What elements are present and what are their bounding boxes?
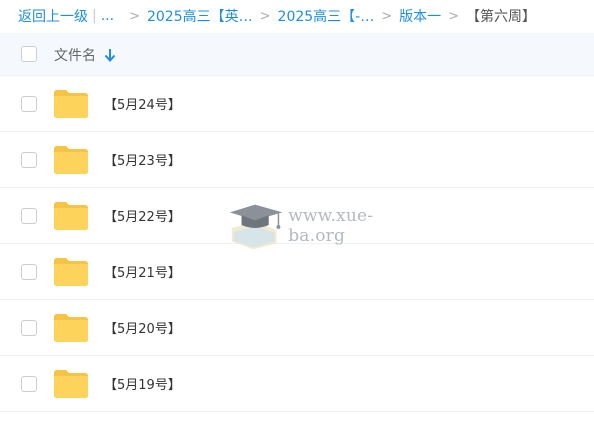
folder-icon	[54, 146, 88, 174]
row-checkbox[interactable]	[21, 264, 37, 280]
breadcrumb-ellipsis[interactable]: ...	[101, 8, 114, 24]
arrow-down-icon[interactable]	[104, 48, 116, 62]
breadcrumb-separator: >	[259, 8, 271, 24]
watermark: www.xue-ba.org	[226, 198, 426, 254]
breadcrumb-current: 【第六周】	[466, 9, 537, 25]
file-list-header: 文件名	[0, 33, 594, 76]
filename-column-header[interactable]: 文件名	[54, 45, 116, 65]
row-checkbox[interactable]	[21, 376, 37, 392]
breadcrumb-item-3[interactable]: 版本一	[399, 6, 441, 26]
watermark-text: www.xue-ba.org	[288, 206, 374, 246]
file-name[interactable]: 【5月19号】	[104, 374, 181, 393]
file-row[interactable]: 【5月24号】	[0, 76, 594, 132]
file-row[interactable]: 【5月23号】	[0, 132, 594, 188]
file-row[interactable]: 【5月19号】	[0, 356, 594, 412]
folder-icon	[54, 314, 88, 342]
breadcrumb: 返回上一级 | ... > 2025高三【英… > 2025高三【-… > 版本…	[0, 0, 594, 32]
row-checkbox[interactable]	[21, 96, 37, 112]
row-checkbox[interactable]	[21, 208, 37, 224]
file-name[interactable]: 【5月20号】	[104, 318, 181, 337]
file-name[interactable]: 【5月23号】	[104, 150, 181, 169]
select-all-checkbox[interactable]	[21, 46, 37, 62]
folder-icon	[54, 90, 88, 118]
row-checkbox[interactable]	[21, 320, 37, 336]
breadcrumb-separator: >	[129, 8, 140, 24]
breadcrumb-separator: >	[381, 8, 393, 24]
file-name[interactable]: 【5月21号】	[104, 262, 181, 281]
breadcrumb-separator: >	[448, 8, 460, 24]
file-name[interactable]: 【5月24号】	[104, 94, 181, 113]
row-checkbox[interactable]	[21, 152, 37, 168]
graduation-cap-logo-icon	[229, 204, 283, 250]
folder-icon	[54, 258, 88, 286]
breadcrumb-pipe: |	[92, 8, 97, 24]
folder-icon	[54, 202, 88, 230]
breadcrumb-item-2[interactable]: 2025高三【-…	[278, 6, 375, 26]
filename-column-label: 文件名	[54, 48, 96, 64]
folder-icon	[54, 370, 88, 398]
back-link[interactable]: 返回上一级	[18, 6, 88, 26]
file-name[interactable]: 【5月22号】	[104, 206, 181, 225]
breadcrumb-item-1[interactable]: 2025高三【英…	[147, 6, 253, 26]
file-row[interactable]: 【5月20号】	[0, 300, 594, 356]
